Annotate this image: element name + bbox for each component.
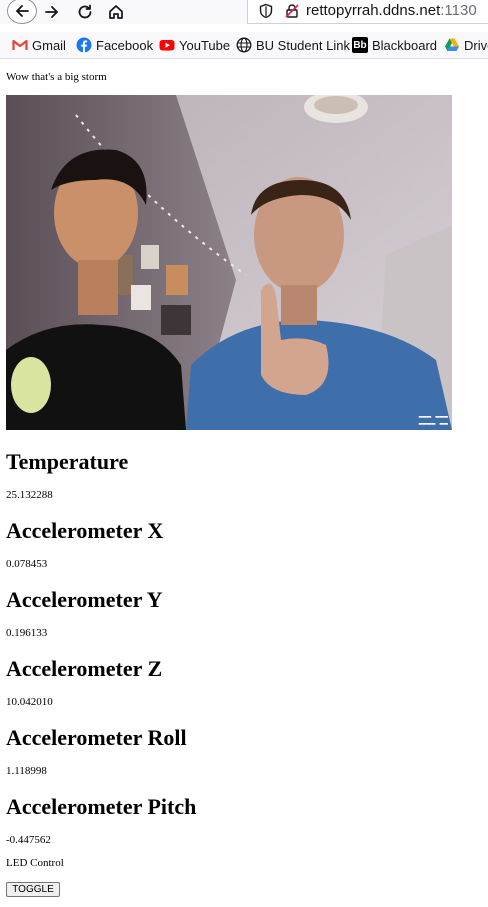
webcam-timestamp: ▬▬▬ ▬▬▬ ▬▬▬▬ ▬▬ [418, 413, 448, 428]
webcam-image: ▬▬▬ ▬▬▬ ▬▬▬▬ ▬▬ [6, 95, 452, 430]
gmail-icon [12, 37, 28, 53]
bookmark-label: BU Student Link [256, 37, 350, 53]
bookmark-blackboard[interactable]: Bb Blackboard [352, 36, 437, 54]
forward-button[interactable] [40, 0, 64, 24]
drive-icon [444, 37, 460, 53]
sensor-title: Accelerometer Pitch [6, 794, 197, 819]
sensor-value: 10.042010 [6, 696, 53, 708]
sensor-value: 0.196133 [6, 627, 48, 639]
arrow-left-icon [16, 5, 29, 17]
browser-toolbar: rettopyrrah.ddns.net:1130 [0, 0, 488, 24]
url-host: rettopyrrah.ddns.net [306, 2, 441, 19]
url-bar[interactable]: rettopyrrah.ddns.net:1130 [247, 0, 488, 24]
globe-icon [236, 37, 252, 53]
bookmark-youtube[interactable]: YouTube [159, 36, 230, 54]
back-button[interactable] [7, 0, 37, 24]
youtube-icon [159, 37, 175, 53]
bookmark-label: Blackboard [372, 37, 438, 53]
toggle-button[interactable]: TOGGLE [6, 882, 60, 897]
led-control-label: LED Control [6, 857, 64, 869]
home-icon [109, 5, 123, 19]
bookmark-label: Facebook [96, 37, 154, 53]
arrow-right-icon [45, 6, 58, 18]
insecure-lock-icon[interactable] [284, 3, 300, 19]
shield-icon[interactable] [258, 3, 274, 19]
reload-button[interactable] [73, 0, 97, 24]
sensor-title: Accelerometer X [6, 518, 164, 543]
bookmarks-bar: Gmail Facebook YouTube BU Student Link B… [0, 32, 488, 59]
bookmark-facebook[interactable]: Facebook [76, 36, 153, 54]
page-caption: Wow that's a big storm [6, 71, 107, 83]
bookmark-drive[interactable]: Drive [444, 36, 488, 54]
sensor-value: 1.118998 [6, 765, 47, 777]
sensor-title: Accelerometer Z [6, 656, 163, 681]
url-port: :1130 [440, 2, 477, 19]
bookmark-bu-student-link[interactable]: BU Student Link [236, 36, 350, 54]
webcam-photo [6, 95, 452, 430]
bookmark-gmail[interactable]: Gmail [12, 36, 66, 54]
sensor-value: 0.078453 [6, 558, 48, 570]
sensor-value: 25.132288 [6, 489, 53, 501]
bookmark-label: Gmail [32, 37, 66, 53]
url-text: rettopyrrah.ddns.net:1130 [306, 2, 477, 19]
home-button[interactable] [104, 0, 128, 24]
bookmark-label: Drive [464, 37, 488, 53]
reload-icon [78, 4, 92, 19]
sensor-title: Accelerometer Roll [6, 725, 187, 750]
facebook-icon [76, 37, 92, 53]
blackboard-icon: Bb [352, 37, 368, 53]
sensor-title: Temperature [6, 449, 129, 474]
bookmark-label: YouTube [179, 37, 231, 53]
sensor-title: Accelerometer Y [6, 587, 163, 612]
sensor-value: -0.447562 [6, 834, 51, 846]
